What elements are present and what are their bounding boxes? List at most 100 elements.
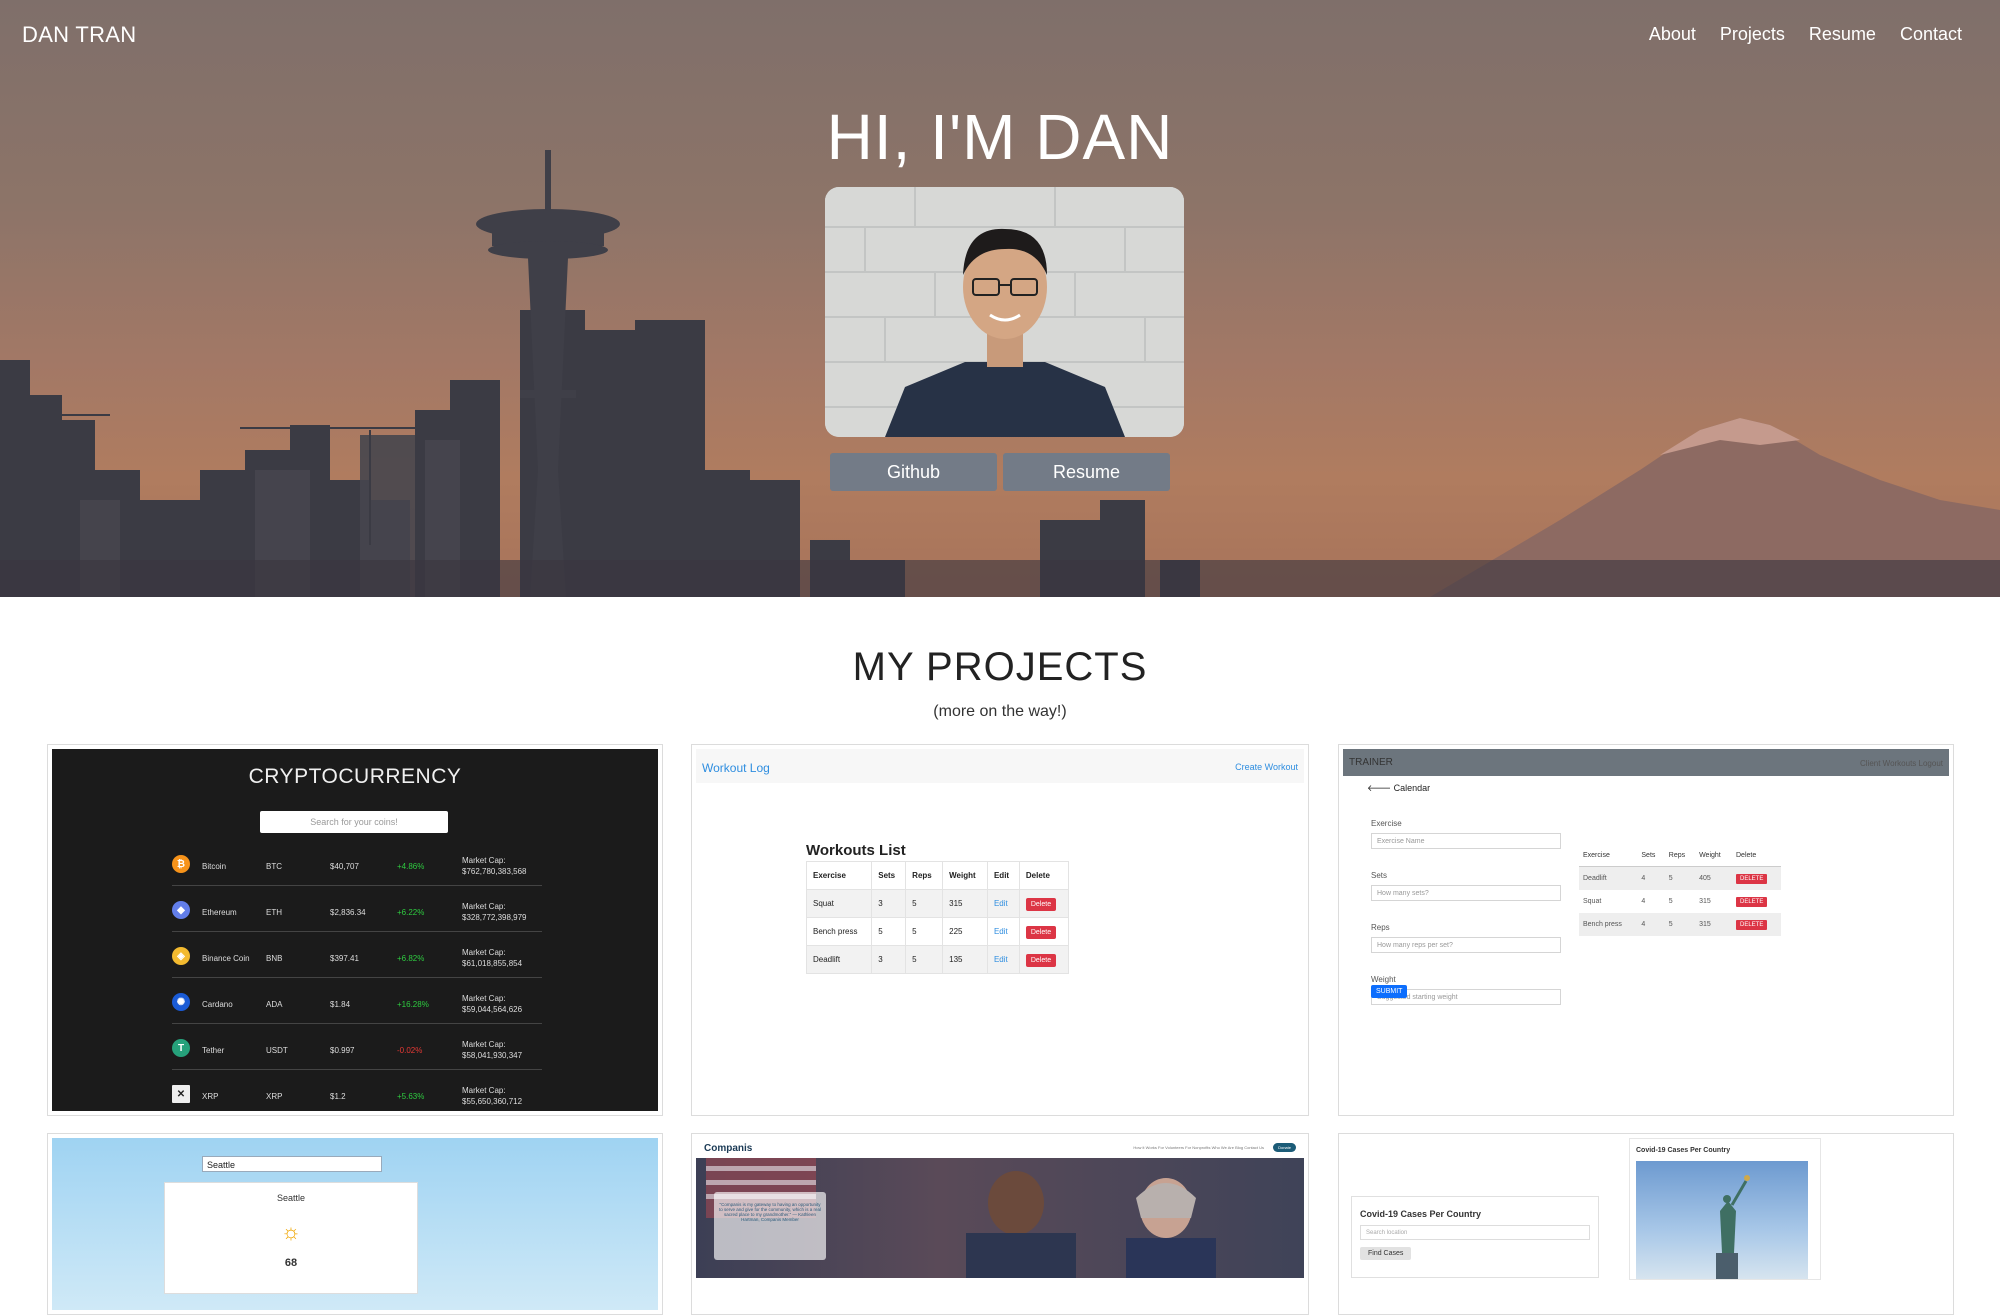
nav-resume-link[interactable]: Resume: [1809, 24, 1876, 45]
projects-subtitle: (more on the way!): [933, 703, 1067, 720]
col-exercise: Exercise: [805, 861, 873, 890]
nav-contact-link[interactable]: Contact: [1900, 24, 1962, 45]
edit-link: Edit: [993, 955, 1008, 964]
site-brand[interactable]: DAN TRAN: [22, 22, 136, 48]
trainer-row: Squat 4 5 315 DELETE: [1579, 890, 1781, 913]
crypto-row: ✺ Cardano ADA $1.84 +16.28% Market Cap: $59,04…: [172, 987, 542, 1024]
coin-change: +6.22%: [397, 908, 425, 917]
coin-market-cap: $55,650,360,712: [462, 1097, 523, 1106]
delete-button: Delete: [1025, 954, 1057, 967]
crypto-title: CRYPTOCURRENCY: [248, 765, 462, 788]
coin-symbol: ETH: [266, 908, 282, 917]
arrow-left-icon: 🡐: [1367, 783, 1394, 793]
col-delete: Delete: [1018, 861, 1070, 890]
trainer-delete-button: DELETE: [1736, 897, 1768, 907]
covid-search-input: Search location: [1360, 1225, 1590, 1240]
companis-donate-button: Donate: [1273, 1143, 1296, 1152]
coin-cap-label: Market Cap:: [462, 902, 506, 911]
coin-cap-label: Market Cap:: [462, 948, 506, 957]
project-card-workout-log[interactable]: Workout Log Create Workout Workouts List…: [691, 744, 1309, 1116]
crypto-row: ◆ Ethereum ETH $2,836.34 +6.22% Market Cap: $3…: [172, 895, 542, 932]
crypto-screenshot: CRYPTOCURRENCY Search for your coins! ₿ B…: [52, 749, 658, 1111]
workouts-list-title: Workouts List: [806, 842, 906, 859]
back-calendar-link: 🡐 Calendar: [1367, 783, 1431, 793]
coin-name: Bitcoin: [202, 862, 227, 871]
coin-market-cap: $61,018,855,854: [462, 959, 523, 968]
crypto-row: T Tether USDT $0.997 -0.02% Market Cap: $58,04…: [172, 1033, 542, 1070]
coin-icon: ◈: [172, 947, 190, 965]
weather-city: Seattle: [276, 1193, 306, 1203]
hero-title: HI, I'M DAN: [826, 101, 1174, 173]
companis-menu: How it Works For Volunteers For Nonprofi…: [1133, 1145, 1264, 1150]
coin-name: Binance Coin: [202, 954, 250, 963]
coin-symbol: ADA: [266, 1000, 283, 1009]
trainer-field-label: Exercise: [1371, 819, 1402, 828]
coin-market-cap: $328,772,398,979: [462, 913, 527, 922]
covid-side-card: Covid-19 Cases Per Country: [1629, 1138, 1821, 1280]
nav-about-link[interactable]: About: [1649, 24, 1696, 45]
coin-icon: ✕: [172, 1085, 190, 1103]
trainer-row: Deadlift 4 5 405 DELETE: [1579, 866, 1781, 890]
covid-screenshot: Covid-19 Cases Per Country Search locati…: [1343, 1138, 1949, 1310]
coin-symbol: XRP: [266, 1092, 283, 1101]
crypto-row: ✕ XRP XRP $1.2 +5.63% Market Cap: $55,650,360,…: [172, 1079, 542, 1111]
coin-price: $40,707: [330, 862, 359, 871]
workout-screenshot: Workout Log Create Workout Workouts List…: [696, 749, 1304, 1111]
coin-cap-label: Market Cap:: [462, 994, 506, 1003]
nav-projects-link[interactable]: Projects: [1720, 24, 1785, 45]
trainer-field-label: Sets: [1371, 871, 1388, 880]
coin-price: $2,836.34: [330, 908, 366, 917]
trainer-row: Bench press 4 5 315 DELETE: [1579, 913, 1781, 936]
project-card-crypto[interactable]: CRYPTOCURRENCY Search for your coins! ₿ B…: [47, 744, 663, 1116]
coin-price: $1.84: [330, 1000, 351, 1009]
trainer-field-input: How many reps per set?: [1371, 937, 1561, 953]
workout-row: Bench press 5 5 225 Edit Delete: [805, 917, 1070, 946]
project-card-companis[interactable]: Companis How it Works For Volunteers For…: [691, 1133, 1309, 1315]
coin-name: Tether: [202, 1046, 225, 1055]
col-weight: Weight: [942, 861, 988, 890]
github-button[interactable]: Github: [830, 453, 997, 491]
workouts-table: Exercise Sets Reps Weight Edit Delete Sq…: [805, 861, 1070, 974]
weather-temp: 68: [284, 1257, 298, 1269]
col-sets: Sets: [871, 861, 907, 890]
coin-name: Cardano: [202, 1000, 233, 1009]
project-card-weather[interactable]: Seattle Seattle ☼ 68: [47, 1133, 663, 1315]
hero-section: DAN TRAN About Projects Resume Contact H…: [0, 0, 2000, 597]
coin-change: -0.02%: [397, 1046, 423, 1055]
workout-row: Squat 3 5 315 Edit Delete: [805, 889, 1070, 918]
coin-name: Ethereum: [202, 908, 237, 917]
weather-search-input: Seattle: [202, 1156, 382, 1172]
coin-symbol: USDT: [266, 1046, 288, 1055]
coin-icon: T: [172, 1039, 190, 1057]
covid-side-title: Covid-19 Cases Per Country: [1636, 1147, 1731, 1154]
coin-cap-label: Market Cap:: [462, 856, 506, 865]
companis-quote: "Companis is my gateway to having an opp…: [714, 1192, 826, 1260]
coin-price: $0.997: [330, 1046, 355, 1055]
coin-market-cap: $58,041,930,347: [462, 1051, 523, 1060]
sun-icon: ☼: [280, 1219, 302, 1244]
covid-search-panel: Covid-19 Cases Per Country Search locati…: [1351, 1196, 1599, 1278]
project-card-trainer[interactable]: TRAINER Client Workouts Logout 🡐 Calenda…: [1338, 744, 1954, 1116]
profile-photo: [825, 187, 1184, 437]
statue-of-liberty-photo: [1636, 1161, 1808, 1279]
edit-link: Edit: [993, 899, 1008, 908]
trainer-delete-button: DELETE: [1736, 920, 1768, 930]
trainer-brand: TRAINER: [1349, 757, 1393, 768]
resume-button[interactable]: Resume: [1003, 453, 1170, 491]
coin-name: XRP: [202, 1092, 219, 1101]
companis-screenshot: Companis How it Works For Volunteers For…: [696, 1138, 1304, 1310]
trainer-table: Exercise Sets Reps Weight Delete Deadlif…: [1579, 845, 1781, 936]
create-workout-link: Create Workout: [1235, 762, 1298, 772]
coin-market-cap: $762,780,383,568: [462, 867, 527, 876]
coin-cap-label: Market Cap:: [462, 1086, 506, 1095]
delete-button: Delete: [1025, 926, 1057, 939]
project-card-covid[interactable]: Covid-19 Cases Per Country Search locati…: [1338, 1133, 1954, 1315]
crypto-row: ₿ Bitcoin BTC $40,707 +4.86% Market Cap: $762,…: [172, 849, 542, 886]
trainer-submit-button: SUBMIT: [1371, 985, 1408, 998]
trainer-menu: Client Workouts Logout: [1859, 759, 1943, 768]
projects-title: MY PROJECTS: [852, 645, 1148, 689]
col-edit: Edit: [986, 861, 1020, 890]
coin-icon: ◆: [172, 901, 190, 919]
trainer-field-input: Exercise Name: [1371, 833, 1561, 849]
weather-card: Seattle ☼ 68: [164, 1182, 418, 1294]
